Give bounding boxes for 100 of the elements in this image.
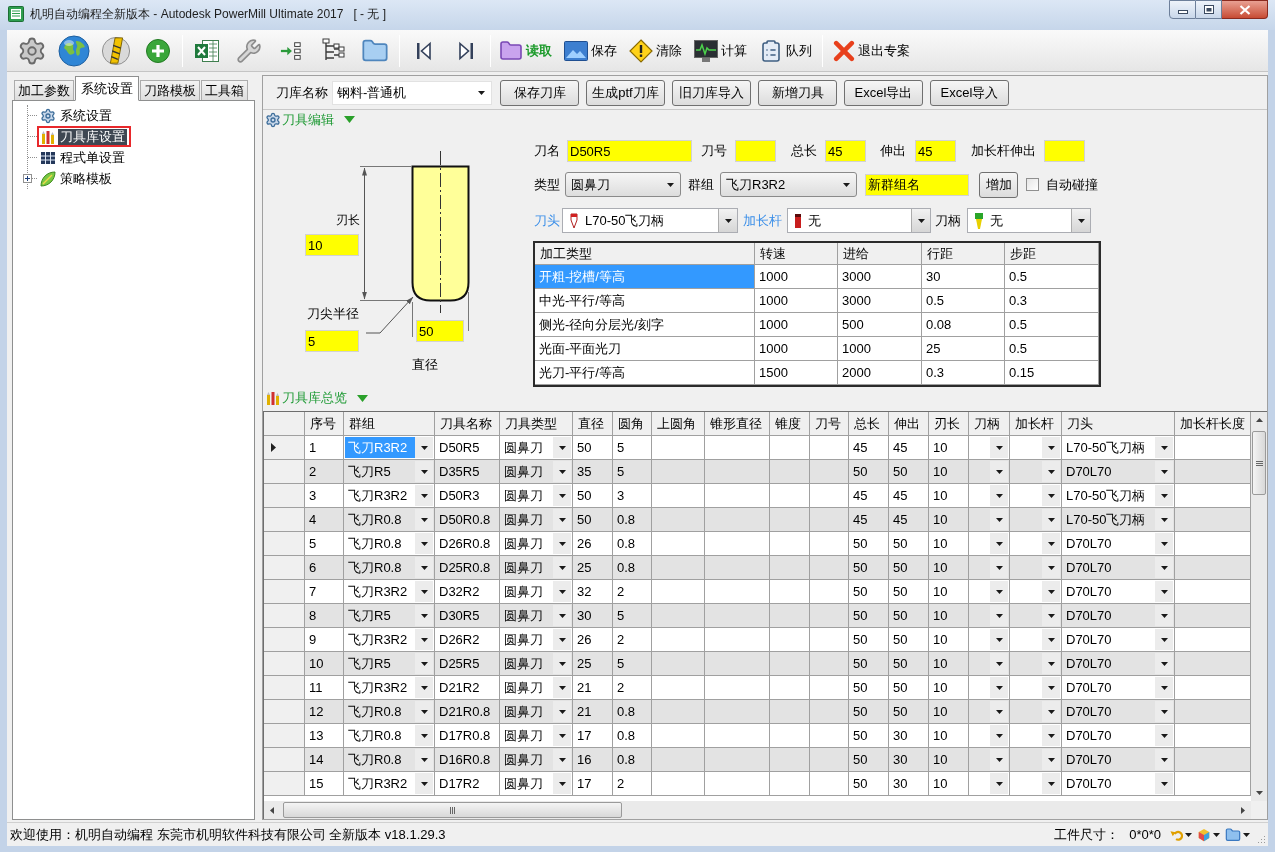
dropdown-cell[interactable]: 飞刀R5 (344, 604, 435, 628)
collapse-icon[interactable] (357, 394, 368, 402)
dropdown-cell[interactable] (1010, 556, 1062, 580)
dropdown-cell[interactable]: D70L70 (1062, 532, 1175, 556)
dropdown-cell[interactable] (969, 724, 1010, 748)
tree-item[interactable]: 刀具库设置 (58, 128, 127, 145)
dropdown-cell[interactable]: 飞刀R5 (344, 460, 435, 484)
dropdown-cell[interactable]: D70L70 (1062, 556, 1175, 580)
dropdown-cell[interactable] (1010, 700, 1062, 724)
dropdown-cell[interactable] (969, 652, 1010, 676)
dropdown-cell[interactable]: 飞刀R3R2 (344, 676, 435, 700)
dropdown-cell[interactable]: D70L70 (1062, 628, 1175, 652)
dropdown[interactable]: 钢料-普通机 (332, 80, 492, 105)
dropdown-cell[interactable] (969, 676, 1010, 700)
dropdown-cell[interactable]: 圆鼻刀 (500, 628, 573, 652)
dropdown-cell[interactable]: 圆鼻刀 (500, 604, 573, 628)
dropdown-cell[interactable]: 圆鼻刀 (500, 700, 573, 724)
dropdown-cell[interactable] (1010, 436, 1062, 460)
dropdown-cell[interactable]: 圆鼻刀 (500, 772, 573, 796)
view-button[interactable] (1197, 827, 1220, 842)
checkbox[interactable] (1026, 178, 1039, 191)
dropdown-cell[interactable] (969, 700, 1010, 724)
dropdown-cell[interactable]: L70-50飞刀柄 (1062, 436, 1175, 460)
dropdown-cell[interactable]: D70L70 (1062, 604, 1175, 628)
action-button[interactable]: Excel导入 (930, 79, 1009, 106)
dropdown-cell[interactable] (1010, 532, 1062, 556)
toolbar-button[interactable]: 保存 (562, 34, 619, 67)
dropdown-cell[interactable]: 飞刀R0.8 (344, 508, 435, 532)
dropdown-cell[interactable] (1010, 484, 1062, 508)
dropdown-cell[interactable]: 飞刀R3R2 (344, 628, 435, 652)
tab[interactable]: 系统设置 (75, 76, 139, 101)
scrollbar-thumb[interactable] (283, 802, 622, 818)
tree-item[interactable]: 系统设置 (58, 107, 114, 124)
action-button[interactable]: 保存刀库 (500, 79, 579, 106)
dropdown-cell[interactable]: L70-50飞刀柄 (1062, 484, 1175, 508)
flute-length-field[interactable]: 10 (305, 234, 359, 256)
dropdown-cell[interactable] (1010, 580, 1062, 604)
dropdown-cell[interactable] (969, 556, 1010, 580)
dropdown-cell[interactable]: D70L70 (1062, 772, 1175, 796)
input-field[interactable]: 45 (825, 140, 866, 162)
dropdown-cell[interactable] (1010, 628, 1062, 652)
dropdown-cell[interactable]: 飞刀R0.8 (344, 724, 435, 748)
dropdown-cell[interactable] (1010, 772, 1062, 796)
dropdown-cell[interactable]: D70L70 (1062, 724, 1175, 748)
action-button[interactable]: 新增刀具 (758, 79, 837, 106)
tab[interactable]: 刀路模板 (140, 80, 200, 100)
scrollbar-thumb[interactable] (1252, 431, 1266, 495)
dropdown-cell[interactable]: 圆鼻刀 (500, 436, 573, 460)
corner-radius-field[interactable]: 5 (305, 330, 359, 352)
dropdown-cell[interactable] (1010, 604, 1062, 628)
dropdown-cell[interactable] (969, 484, 1010, 508)
dropdown-cell[interactable]: 圆鼻刀 (500, 460, 573, 484)
toolbar-button[interactable]: 队列 (757, 34, 814, 67)
dropdown-cell[interactable]: 圆鼻刀 (500, 532, 573, 556)
dropdown[interactable]: L70-50飞刀柄 (562, 208, 738, 233)
dropdown-cell[interactable]: 飞刀R3R2 (344, 484, 435, 508)
tree-item[interactable]: 程式单设置 (58, 149, 127, 166)
dropdown[interactable]: 飞刀R3R2 (720, 172, 857, 197)
dropdown-cell[interactable]: L70-50飞刀柄 (1062, 508, 1175, 532)
minimize-button[interactable] (1169, 0, 1196, 19)
toolbar-button[interactable] (56, 32, 92, 69)
add-button[interactable]: 增加 (979, 171, 1018, 198)
dropdown-cell[interactable] (969, 772, 1010, 796)
diameter-field[interactable]: 50 (416, 320, 464, 342)
dropdown-cell[interactable] (969, 604, 1010, 628)
dropdown-cell[interactable]: D70L70 (1062, 748, 1175, 772)
input-field[interactable] (1044, 140, 1085, 162)
input-field[interactable]: 45 (915, 140, 956, 162)
action-button[interactable]: Excel导出 (844, 79, 923, 106)
dropdown-cell[interactable]: 圆鼻刀 (500, 652, 573, 676)
dropdown-cell[interactable] (969, 508, 1010, 532)
input-field[interactable] (735, 140, 776, 162)
dropdown-cell[interactable]: 圆鼻刀 (500, 724, 573, 748)
dropdown-cell[interactable] (969, 460, 1010, 484)
input-field[interactable]: 新群组名 (865, 173, 969, 196)
expand-icon[interactable] (23, 174, 32, 183)
undo-button[interactable] (1170, 828, 1192, 841)
dropdown-cell[interactable]: 圆鼻刀 (500, 508, 573, 532)
tab[interactable]: 加工参数 (14, 80, 74, 100)
dropdown-cell[interactable] (969, 748, 1010, 772)
dropdown-cell[interactable] (969, 436, 1010, 460)
dropdown-cell[interactable]: D70L70 (1062, 676, 1175, 700)
dropdown-cell[interactable]: D70L70 (1062, 460, 1175, 484)
dropdown-cell[interactable] (1010, 724, 1062, 748)
dropdown-cell[interactable]: 飞刀R0.8 (344, 556, 435, 580)
dropdown-cell[interactable] (1010, 508, 1062, 532)
toolbar-button[interactable]: 计算 (692, 34, 749, 67)
dropdown-cell[interactable]: 飞刀R0.8 (344, 748, 435, 772)
action-button[interactable]: 旧刀库导入 (672, 79, 751, 106)
toolbar-button[interactable]: 清除 (627, 34, 684, 67)
dropdown[interactable]: 圆鼻刀 (565, 172, 681, 197)
dropdown-cell[interactable]: 飞刀R3R2 (344, 580, 435, 604)
dropdown-cell[interactable] (1010, 652, 1062, 676)
dropdown-cell[interactable] (969, 580, 1010, 604)
action-button[interactable]: 生成ptf刀库 (586, 79, 665, 106)
dropdown-cell[interactable]: D70L70 (1062, 700, 1175, 724)
dropdown-cell[interactable]: D70L70 (1062, 580, 1175, 604)
toolbar-button[interactable]: 退出专案 (831, 34, 912, 67)
dropdown-cell[interactable]: 圆鼻刀 (500, 748, 573, 772)
dropdown-cell[interactable]: D70L70 (1062, 652, 1175, 676)
